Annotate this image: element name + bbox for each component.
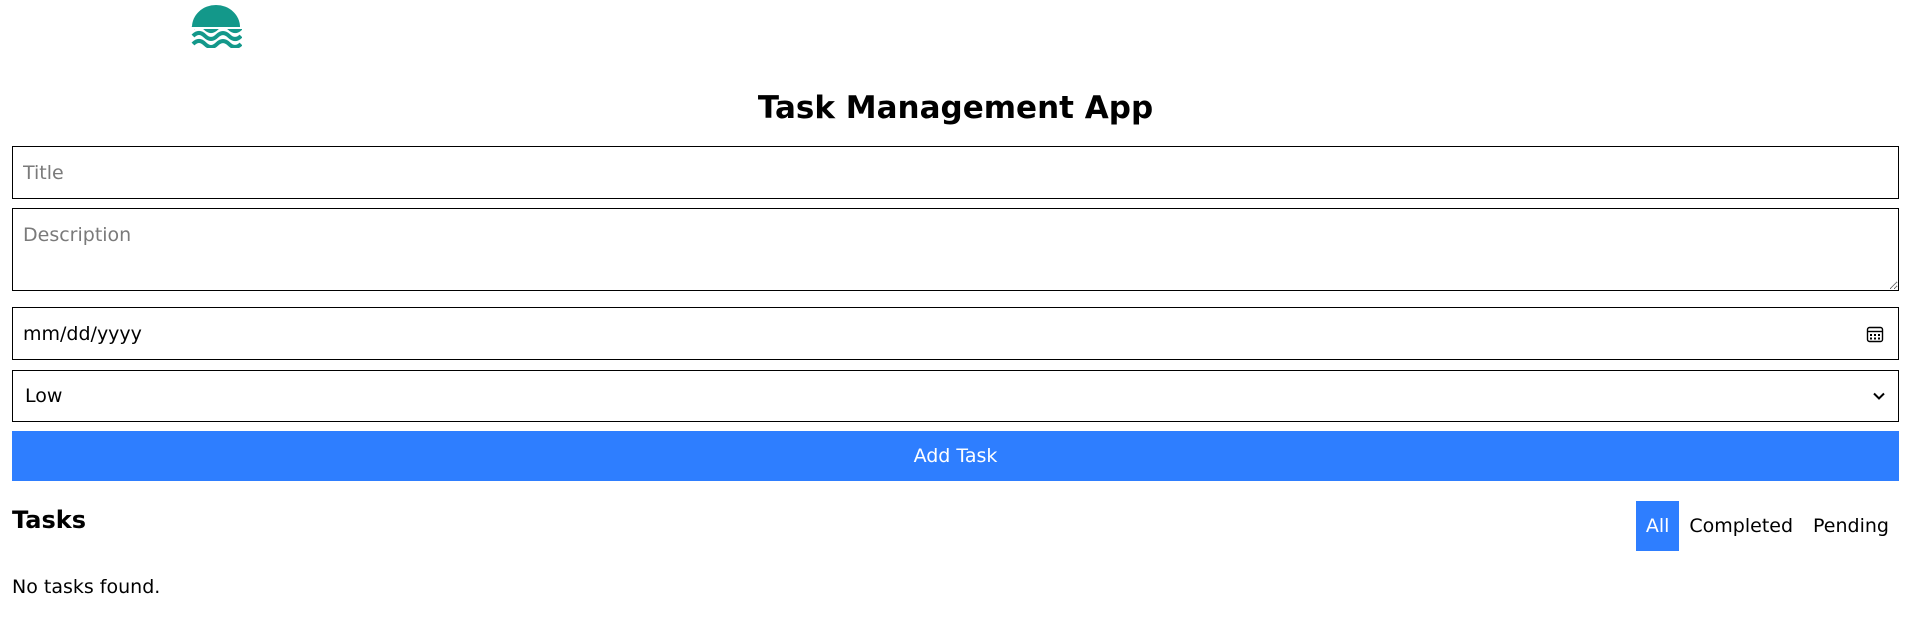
page-title: Task Management App	[757, 90, 1154, 126]
priority-selected-value: Low	[25, 385, 63, 407]
priority-select[interactable]: Low	[12, 370, 1899, 422]
task-app-page: Task Management App mm/dd/yyyy Low Add T…	[0, 0, 1911, 640]
empty-tasks-message: No tasks found.	[12, 576, 161, 598]
calendar-icon[interactable]	[1866, 325, 1884, 343]
waves-sun-logo-icon	[190, 5, 242, 48]
add-task-button[interactable]: Add Task	[12, 431, 1899, 481]
filter-completed-button[interactable]: Completed	[1679, 501, 1803, 551]
task-filter-group: All Completed Pending	[1635, 501, 1899, 551]
due-date-input[interactable]: mm/dd/yyyy	[12, 307, 1899, 360]
title-input[interactable]	[12, 146, 1899, 199]
tasks-heading: Tasks	[12, 506, 87, 534]
filter-pending-button[interactable]: Pending	[1803, 501, 1899, 551]
filter-all-button[interactable]: All	[1635, 501, 1680, 551]
chevron-down-icon	[1873, 392, 1885, 400]
description-input[interactable]	[12, 208, 1899, 291]
date-placeholder: mm/dd/yyyy	[23, 322, 142, 345]
